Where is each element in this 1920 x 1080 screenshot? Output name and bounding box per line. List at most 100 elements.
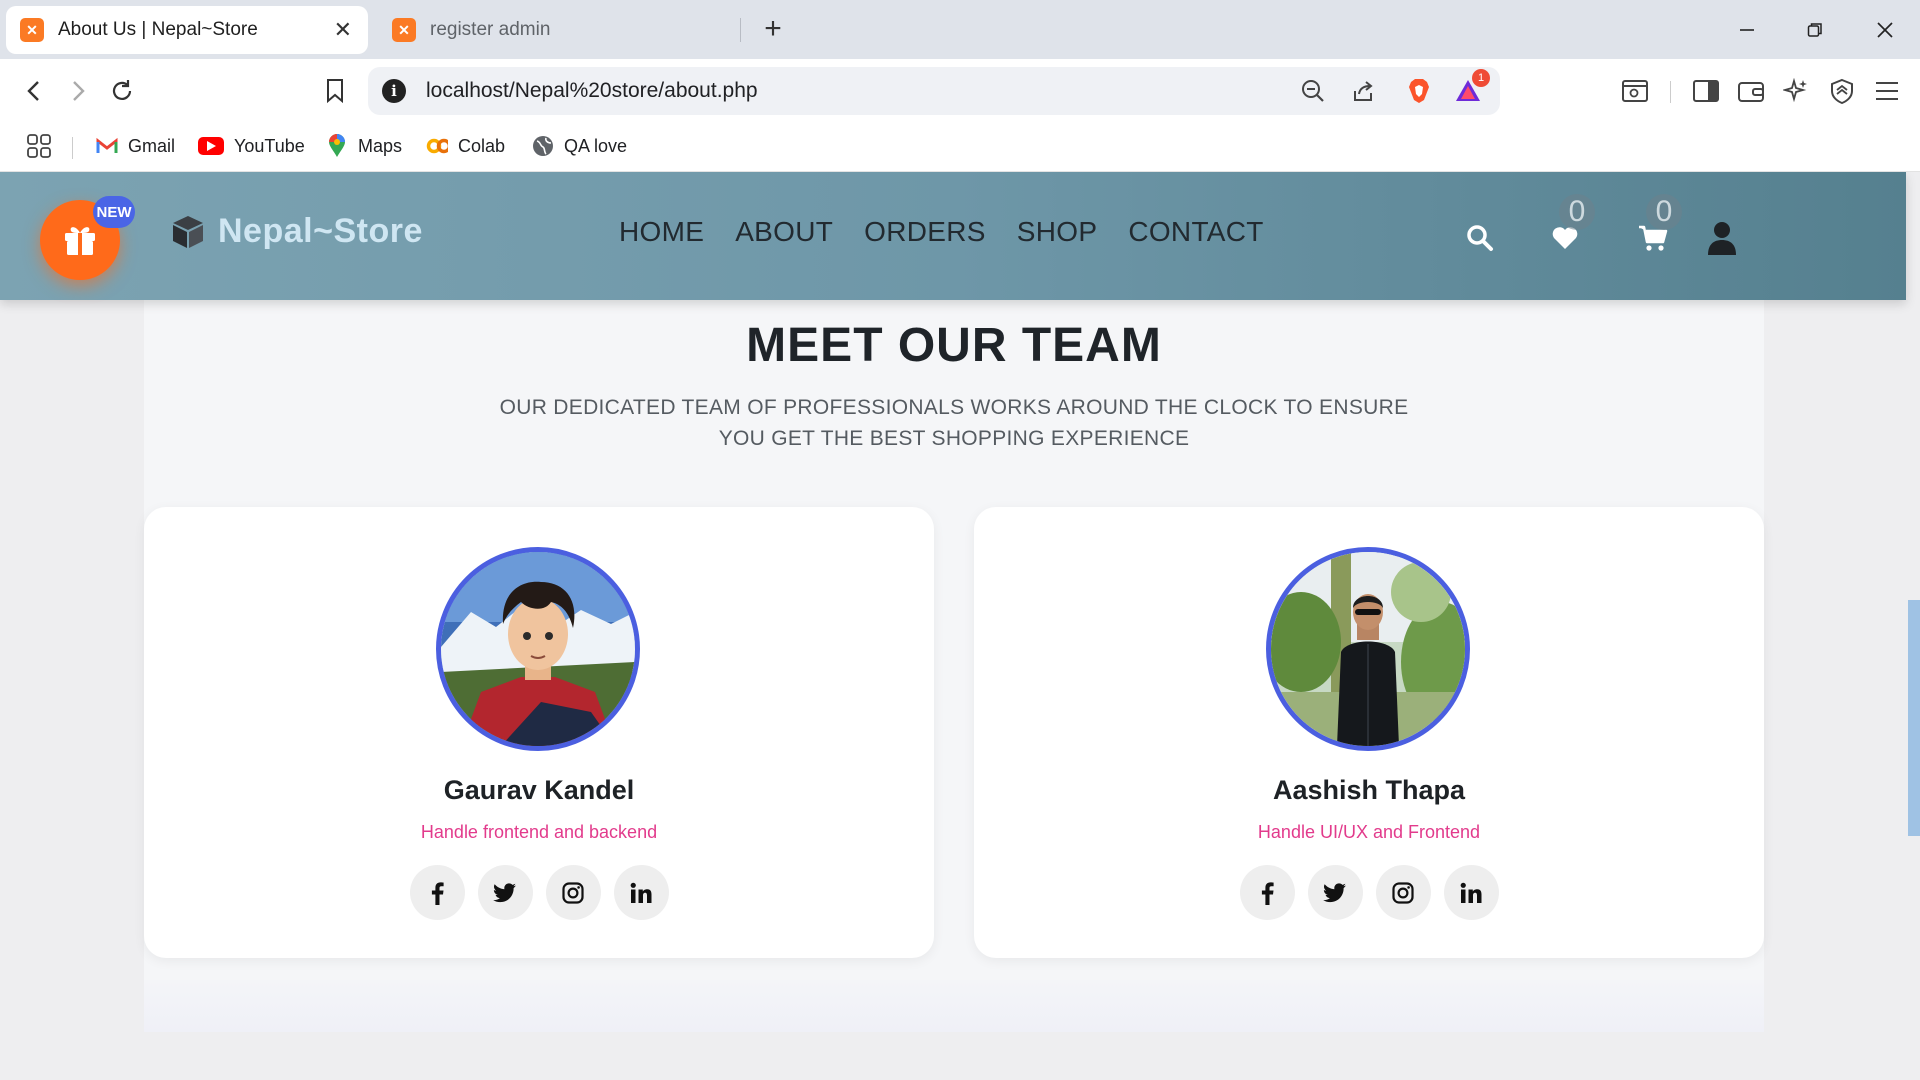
instagram-icon[interactable] — [1375, 865, 1431, 920]
reload-button[interactable] — [104, 73, 140, 109]
xampp-favicon-icon: ✕ — [392, 18, 416, 42]
close-window-button[interactable] — [1860, 10, 1910, 50]
zoom-out-icon[interactable] — [1298, 76, 1328, 106]
anime-portrait-image — [441, 552, 635, 746]
bookmark-label: Gmail — [128, 135, 176, 156]
restore-button[interactable] — [1790, 10, 1840, 50]
tab-title: register admin — [430, 19, 551, 40]
member-role: Handle UI/UX and Frontend — [1257, 822, 1481, 842]
twitter-icon[interactable] — [477, 865, 533, 920]
bookmark-page-button[interactable] — [317, 73, 353, 109]
member-photo-image — [1271, 552, 1465, 746]
gmail-icon — [96, 135, 118, 157]
search-button[interactable] — [1462, 220, 1498, 256]
brand-logo[interactable]: Nepal~Store — [170, 212, 423, 251]
cart-count: 0 — [1646, 194, 1682, 230]
toolbar-divider — [1670, 81, 1671, 103]
colab-icon — [426, 135, 448, 157]
bookmark-icon — [327, 79, 343, 104]
instagram-icon[interactable] — [545, 865, 601, 920]
page-viewport: NEW Nepal~Store HOME ABOUT ORDERS SHOP C… — [0, 172, 1920, 1080]
user-icon — [1708, 222, 1736, 255]
apps-button[interactable] — [26, 131, 52, 161]
maps-icon — [326, 134, 348, 157]
team-card-gaurav: Gaurav Kandel Handle frontend and backen… — [144, 507, 934, 958]
tab-title: About Us | Nepal~Store — [58, 19, 258, 40]
leo-ai-icon[interactable] — [1781, 76, 1811, 106]
site-info-icon[interactable]: i — [382, 79, 406, 103]
linkedin-icon[interactable] — [613, 865, 669, 920]
bookmarks-bar: Gmail YouTube Maps Colab QA love — [0, 121, 1920, 172]
facebook-icon[interactable] — [1239, 865, 1295, 920]
social-links — [144, 865, 934, 920]
bookmark-label: Maps — [358, 135, 403, 156]
address-url[interactable]: localhost/Nepal%20store/about.php — [426, 79, 758, 103]
bookmark-label: QA love — [564, 135, 628, 156]
forward-button[interactable] — [60, 73, 96, 109]
social-links — [974, 865, 1764, 920]
search-icon — [1467, 225, 1493, 251]
avatar — [1266, 547, 1470, 751]
globe-icon — [532, 135, 554, 157]
wishlist-count: 0 — [1559, 194, 1595, 230]
new-tab-button[interactable]: + — [756, 12, 790, 46]
tab-about-us[interactable]: ✕ About Us | Nepal~Store ✕ — [6, 6, 368, 54]
apps-grid-icon — [27, 134, 51, 158]
youtube-icon — [198, 137, 224, 155]
bookmark-label: YouTube — [234, 135, 305, 156]
bookmarks-divider — [72, 137, 73, 159]
back-button[interactable] — [16, 73, 52, 109]
main-nav: HOME ABOUT ORDERS SHOP CONTACT — [619, 216, 1295, 248]
bookmark-gmail[interactable]: Gmail — [96, 131, 175, 161]
reader-mode-icon[interactable] — [1620, 76, 1650, 106]
bookmark-colab[interactable]: Colab — [426, 131, 505, 161]
rewards-notification-badge: 1 — [1472, 69, 1490, 87]
facebook-icon[interactable] — [409, 865, 465, 920]
nav-shop[interactable]: SHOP — [1017, 216, 1098, 248]
share-icon[interactable] — [1348, 76, 1378, 106]
tab-close-icon[interactable]: ✕ — [334, 17, 352, 43]
twitter-icon[interactable] — [1307, 865, 1363, 920]
member-name: Gaurav Kandel — [443, 775, 635, 805]
section-title: MEET OUR TEAM — [746, 319, 1162, 372]
reload-icon — [112, 80, 132, 100]
new-badge: NEW — [93, 196, 135, 228]
browser-tab-strip: ✕ About Us | Nepal~Store ✕ ✕ register ad… — [0, 0, 1920, 59]
brave-shield-icon[interactable] — [1404, 76, 1434, 106]
tab-divider — [740, 18, 741, 42]
gift-icon — [65, 227, 95, 255]
nav-about[interactable]: ABOUT — [735, 216, 833, 248]
nav-home[interactable]: HOME — [619, 216, 704, 248]
member-role: Handle frontend and backend — [420, 822, 658, 842]
restore-icon — [1807, 23, 1822, 37]
bookmark-youtube[interactable]: YouTube — [198, 131, 305, 161]
minimize-button[interactable] — [1722, 10, 1772, 50]
brand-name: Nepal~Store — [218, 212, 423, 250]
bookmark-maps[interactable]: Maps — [326, 131, 402, 161]
bookmark-label: Colab — [458, 135, 506, 156]
xampp-favicon-icon: ✕ — [20, 18, 44, 42]
nav-contact[interactable]: CONTACT — [1128, 216, 1263, 248]
browser-toolbar: i localhost/Nepal%20store/about.php 1 — [0, 59, 1920, 121]
tab-register-admin[interactable]: ✕ register admin — [378, 6, 740, 54]
section-subtitle: OUR DEDICATED TEAM OF PROFESSIONALS WORK… — [499, 396, 1409, 450]
wallet-icon[interactable] — [1736, 76, 1766, 106]
site-header: NEW Nepal~Store HOME ABOUT ORDERS SHOP C… — [0, 172, 1906, 300]
cube-icon — [173, 215, 203, 248]
close-icon — [1877, 22, 1893, 38]
account-button[interactable] — [1704, 220, 1740, 256]
scrollbar-thumb[interactable] — [1908, 600, 1920, 836]
menu-icon[interactable] — [1872, 76, 1902, 106]
linkedin-icon[interactable] — [1443, 865, 1499, 920]
avatar — [436, 547, 640, 751]
member-name: Aashish Thapa — [1272, 775, 1466, 805]
team-card-aashish: Aashish Thapa Handle UI/UX and Frontend — [974, 507, 1764, 958]
address-bar[interactable]: i localhost/Nepal%20store/about.php 1 — [368, 67, 1500, 115]
nav-orders[interactable]: ORDERS — [864, 216, 986, 248]
forward-arrow-icon — [73, 81, 85, 101]
minimize-icon — [1740, 29, 1754, 31]
bookmark-qa-love[interactable]: QA love — [532, 131, 627, 161]
back-arrow-icon — [27, 81, 39, 101]
sidebar-icon[interactable] — [1691, 76, 1721, 106]
vpn-shield-icon[interactable] — [1827, 76, 1857, 106]
